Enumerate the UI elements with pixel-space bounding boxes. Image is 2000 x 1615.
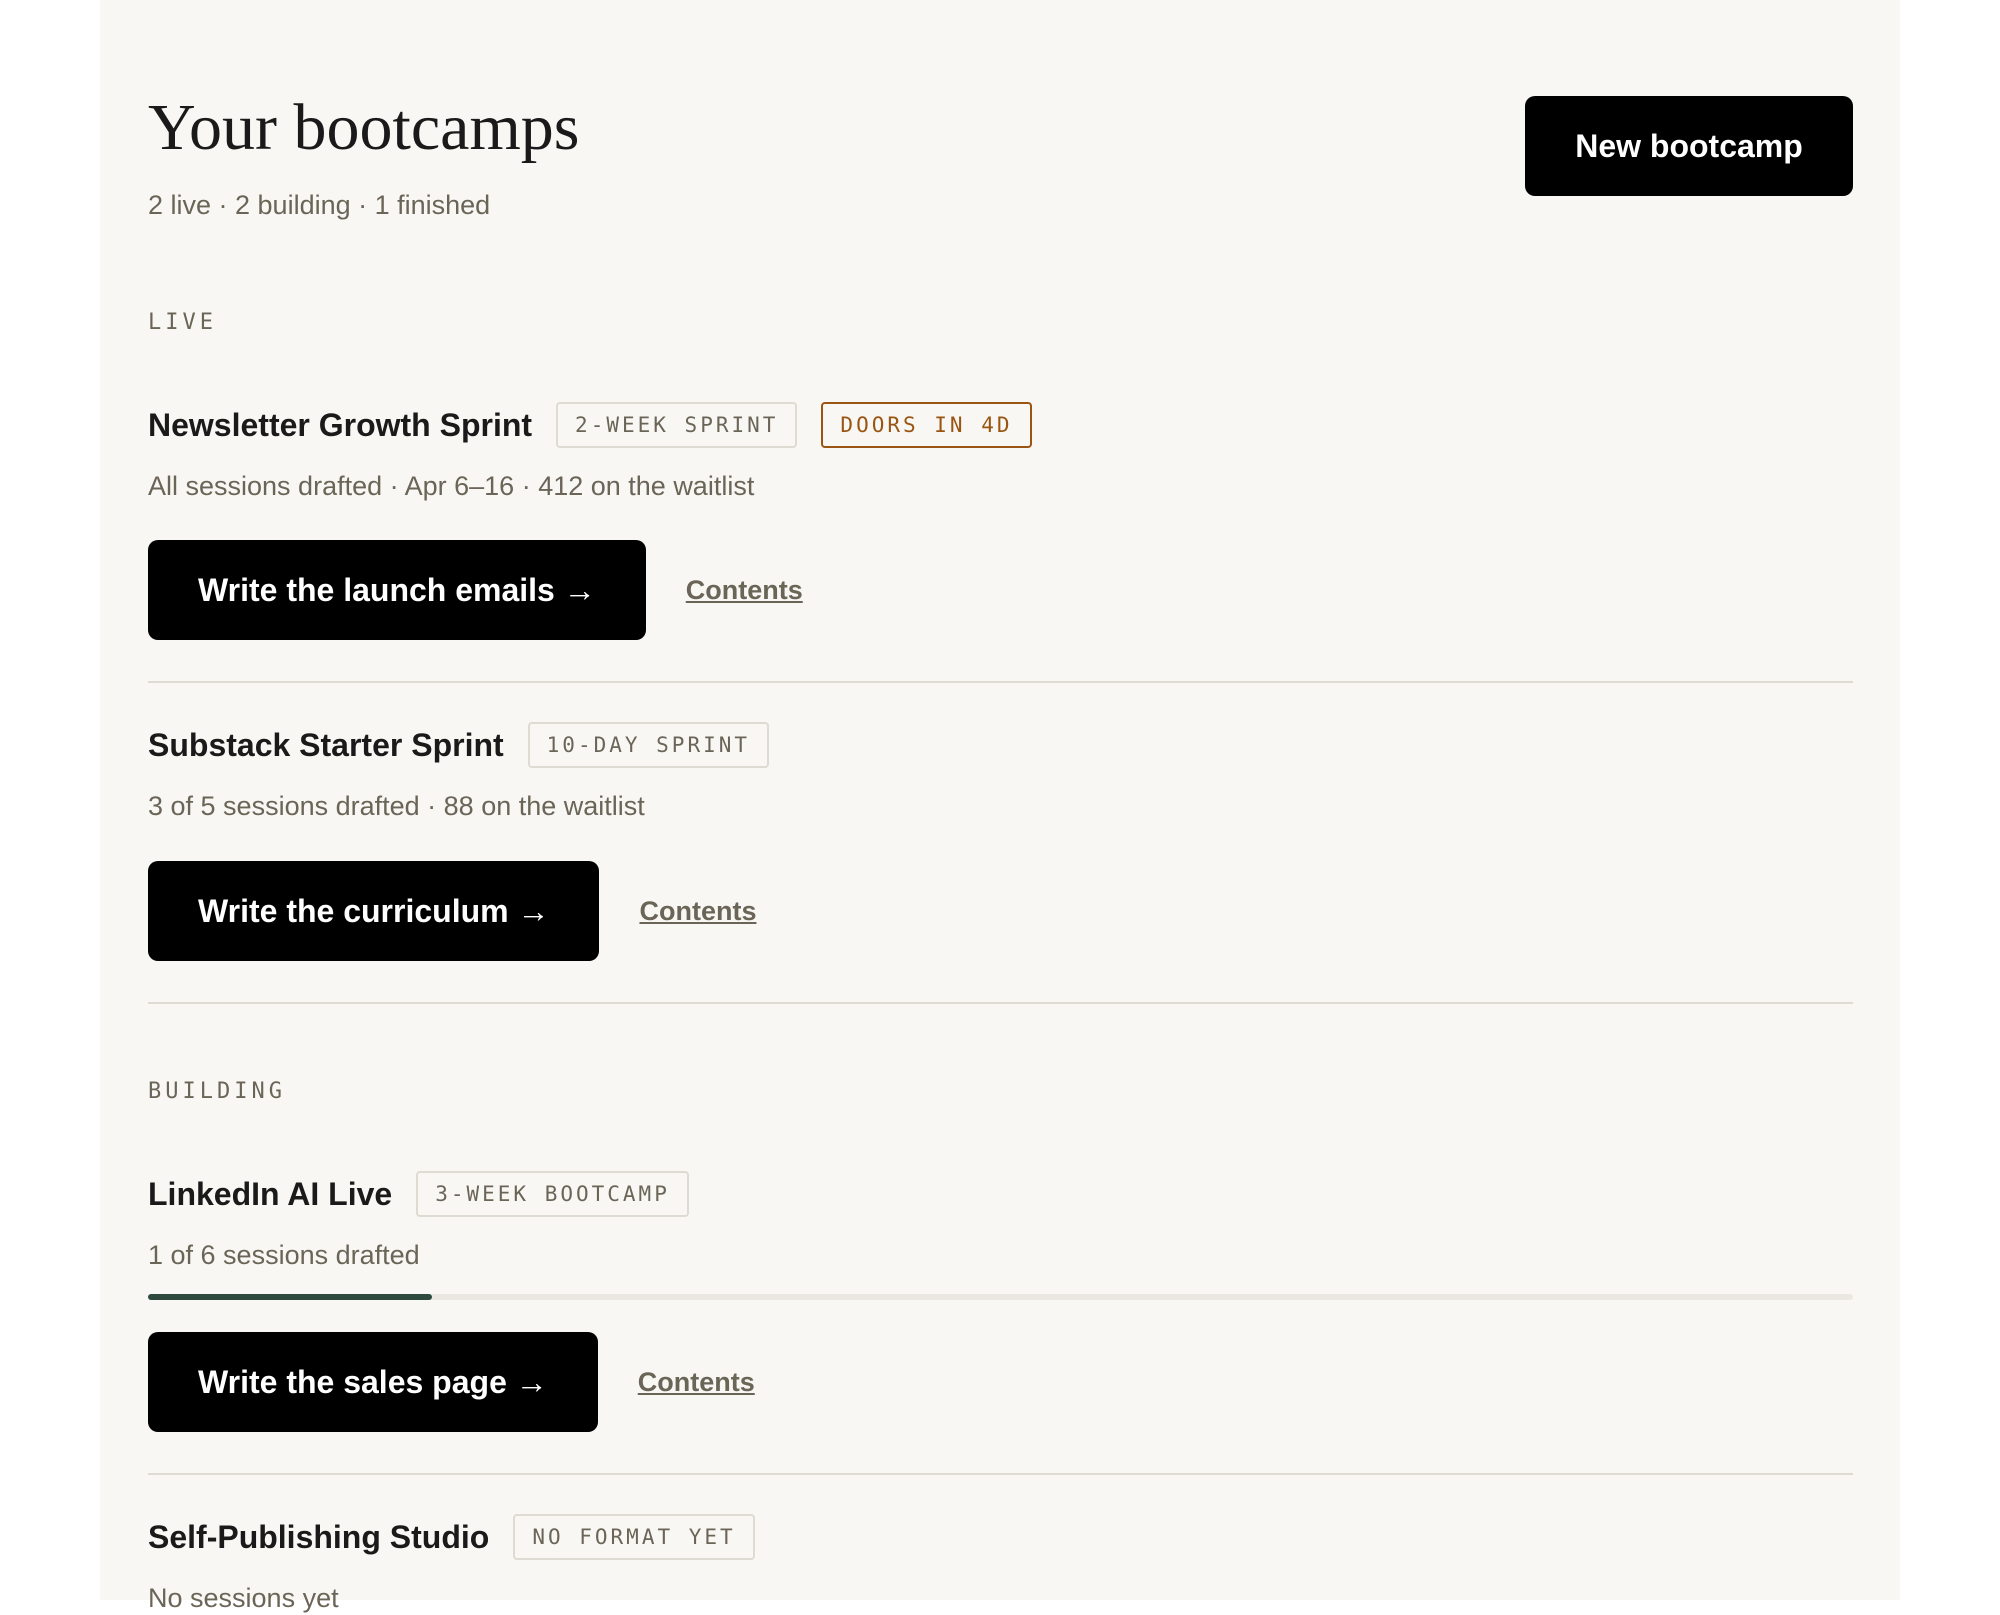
progress-bar bbox=[148, 1294, 1853, 1300]
contents-link[interactable]: Contents bbox=[686, 575, 803, 606]
page-header: Your bootcamps 2 live · 2 building · 1 f… bbox=[148, 0, 1853, 290]
contents-link[interactable]: Contents bbox=[639, 896, 756, 927]
bootcamp-meta: All sessions drafted · Apr 6–16 · 412 on… bbox=[148, 471, 755, 501]
bootcamp-title: LinkedIn AI Live bbox=[148, 1175, 393, 1212]
section-label-building: BUILDING bbox=[148, 1079, 286, 1104]
card-actions: Write the curriculum → Contents bbox=[148, 861, 1853, 961]
progress-bar-fill bbox=[148, 1294, 433, 1300]
bootcamp-meta: 1 of 6 sessions drafted bbox=[148, 1240, 420, 1270]
bootcamp-title: Substack Starter Sprint bbox=[148, 726, 504, 763]
write-curriculum-button[interactable]: Write the curriculum → bbox=[148, 861, 600, 961]
card-actions: Write the launch emails → Contents bbox=[148, 540, 1853, 640]
section-label-live: LIVE bbox=[148, 310, 217, 335]
card-header: Newsletter Growth Sprint 2-WEEK SPRINT D… bbox=[148, 401, 1853, 449]
divider bbox=[148, 1002, 1853, 1004]
bootcamp-meta: 3 of 5 sessions drafted · 88 on the wait… bbox=[148, 791, 645, 821]
format-badge: NO FORMAT YET bbox=[513, 1514, 755, 1560]
new-bootcamp-button[interactable]: New bootcamp bbox=[1525, 96, 1853, 196]
page: Your bootcamps 2 live · 2 building · 1 f… bbox=[100, 0, 1900, 1613]
card-header: Substack Starter Sprint 10-DAY SPRINT bbox=[148, 721, 1853, 769]
main-content: Your bootcamps 2 live · 2 building · 1 f… bbox=[148, 0, 1853, 1615]
bootcamp-meta: No sessions yet bbox=[148, 1583, 339, 1613]
status-summary: 2 live · 2 building · 1 finished bbox=[148, 190, 491, 220]
write-launch-emails-button[interactable]: Write the launch emails → bbox=[148, 540, 646, 640]
write-sales-page-button[interactable]: Write the sales page → bbox=[148, 1332, 598, 1432]
bootcamp-title: Self-Publishing Studio bbox=[148, 1518, 490, 1555]
divider bbox=[148, 1473, 1853, 1475]
contents-link[interactable]: Contents bbox=[638, 1367, 755, 1398]
format-badge: 3-WEEK BOOTCAMP bbox=[416, 1171, 689, 1217]
card-header: LinkedIn AI Live 3-WEEK BOOTCAMP bbox=[148, 1170, 1853, 1218]
bootcamp-card: LinkedIn AI Live 3-WEEK BOOTCAMP 1 of 6 … bbox=[148, 1170, 1853, 1432]
bootcamp-card: Newsletter Growth Sprint 2-WEEK SPRINT D… bbox=[148, 401, 1853, 640]
doors-status-badge: DOORS IN 4D bbox=[821, 402, 1032, 448]
card-actions: Write the sales page → Contents bbox=[148, 1332, 1853, 1432]
format-badge: 2-WEEK SPRINT bbox=[556, 402, 798, 448]
format-badge: 10-DAY SPRINT bbox=[527, 722, 770, 768]
card-header: Self-Publishing Studio NO FORMAT YET bbox=[148, 1513, 1853, 1561]
bootcamp-title: Newsletter Growth Sprint bbox=[148, 406, 533, 443]
divider bbox=[148, 681, 1853, 683]
bootcamp-card: Substack Starter Sprint 10-DAY SPRINT 3 … bbox=[148, 721, 1853, 961]
page-title: Your bootcamps bbox=[148, 91, 580, 164]
